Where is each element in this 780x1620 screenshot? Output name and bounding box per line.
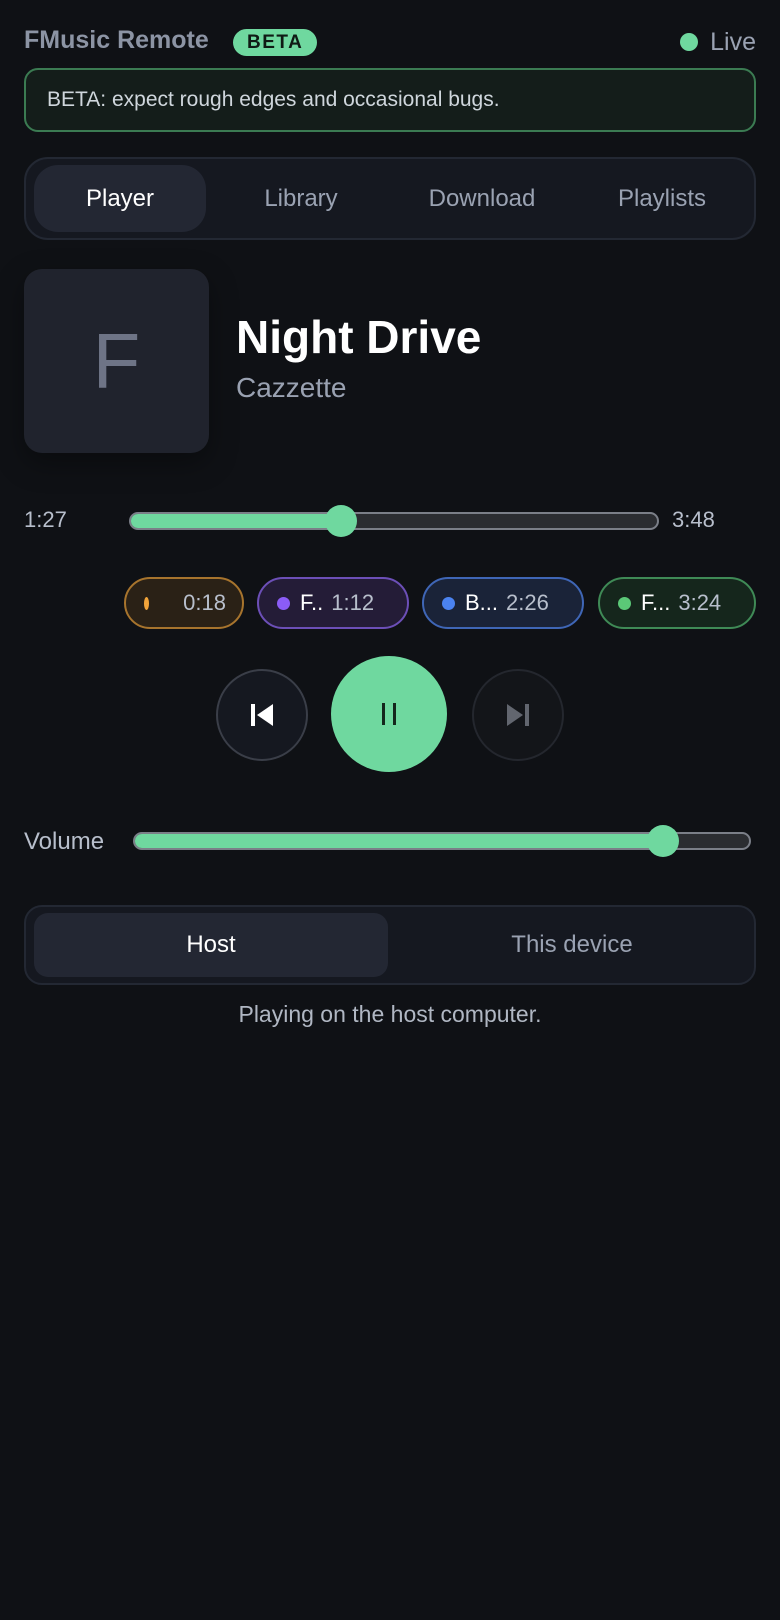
- tab-library[interactable]: Library: [215, 165, 387, 232]
- marker-dot-icon: [618, 596, 631, 610]
- main-tabs: Player Library Download Playlists: [24, 157, 756, 240]
- seek-slider[interactable]: [129, 505, 659, 537]
- connection-status: Live: [680, 26, 756, 58]
- next-button[interactable]: [472, 669, 564, 761]
- volume-label: Volume: [24, 828, 105, 855]
- marker-name: F...: [641, 590, 671, 615]
- pause-icon: [382, 703, 396, 725]
- marker-chip[interactable]: F... 3:24: [598, 577, 756, 629]
- volume-slider-thumb[interactable]: [647, 825, 680, 857]
- beta-notice: BETA: expect rough edges and occasional …: [24, 68, 756, 132]
- marker-time: 1:12: [331, 590, 375, 615]
- album-cover: F: [24, 269, 209, 453]
- output-this-device-button[interactable]: This device: [395, 913, 749, 977]
- beta-badge: BETA: [233, 29, 318, 56]
- marker-dot-icon: [277, 596, 290, 610]
- tab-playlists[interactable]: Playlists: [576, 165, 748, 232]
- marker-dot-icon: [144, 596, 150, 610]
- live-status-dot-icon: [680, 33, 699, 51]
- marker-time: 2:26: [506, 590, 549, 615]
- volume-slider[interactable]: [133, 825, 751, 857]
- previous-button[interactable]: [216, 669, 308, 761]
- marker-dot-icon: [442, 596, 455, 610]
- marker-time: 3:24: [678, 590, 722, 615]
- track-artist: Cazzette: [236, 372, 347, 403]
- marker-chip[interactable]: 0:18: [124, 577, 244, 629]
- marker-name: B...: [465, 590, 499, 615]
- total-time: 3:48: [672, 507, 715, 532]
- output-device-toggle: Host This device: [24, 905, 756, 985]
- play-pause-button[interactable]: [331, 656, 447, 772]
- marker-chip[interactable]: B... 2:26: [422, 577, 584, 629]
- marker-chip[interactable]: F.. 1:12: [257, 577, 409, 629]
- fmusic-remote-page: FMusic Remote BETA Live BETA: expect rou…: [0, 0, 780, 1620]
- marker-time: 0:18: [183, 590, 226, 615]
- elapsed-time: 1:27: [24, 507, 67, 532]
- skip-previous-icon: [251, 704, 273, 726]
- app-title: FMusic Remote: [24, 26, 209, 54]
- connection-status-label: Live: [710, 27, 756, 56]
- volume-slider-fill: [135, 834, 664, 848]
- tab-player[interactable]: Player: [34, 165, 206, 232]
- skip-next-icon: [507, 704, 529, 726]
- seek-slider-fill: [131, 514, 342, 528]
- seek-slider-thumb[interactable]: [325, 505, 358, 537]
- marker-name: F..: [300, 590, 324, 615]
- tab-download[interactable]: Download: [396, 165, 568, 232]
- track-title: Night Drive: [236, 311, 482, 363]
- output-status-text: Playing on the host computer.: [238, 1001, 542, 1027]
- output-host-button[interactable]: Host: [34, 913, 388, 977]
- header: FMusic Remote BETA Live: [24, 24, 756, 60]
